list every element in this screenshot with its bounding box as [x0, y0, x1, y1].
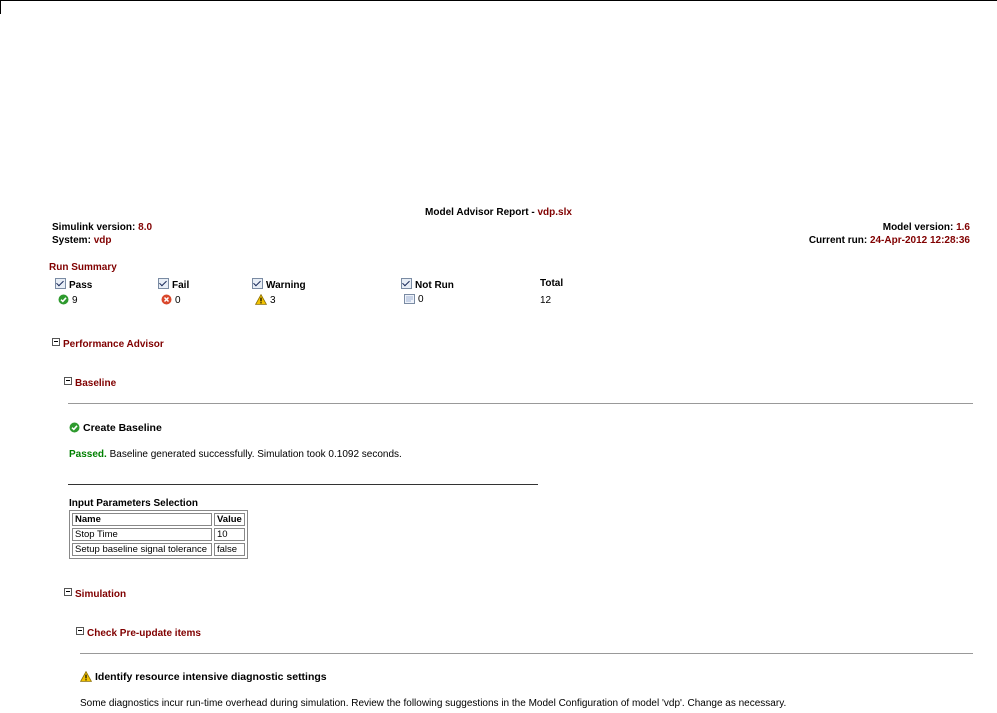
top-border — [0, 0, 997, 1]
warning-checkbox[interactable] — [252, 278, 263, 289]
baseline-result-message: Baseline generated successfully. Simulat… — [106, 449, 402, 460]
identify-title-label: Identify resource intensive diagnostic s… — [95, 671, 327, 683]
params-table: Name Value Stop Time 10 Setup baseline s… — [69, 510, 248, 559]
params-divider — [68, 484, 538, 485]
pass-icon — [58, 294, 69, 305]
model-version-value: 1.6 — [956, 222, 970, 233]
pass-label: Pass — [69, 280, 93, 291]
baseline-result: Passed. Baseline generated successfully.… — [69, 449, 402, 460]
table-header-row: Name Value — [72, 513, 245, 526]
model-version-label: Model version: — [882, 222, 957, 233]
fail-count-value: 0 — [175, 295, 181, 306]
not-run-label: Not Run — [415, 280, 454, 291]
table-cell: 10 — [214, 528, 245, 541]
baseline-label[interactable]: Baseline — [75, 378, 116, 389]
model-version: Model version: 1.6 — [883, 222, 970, 233]
performance-advisor-node[interactable]: Performance Advisor — [52, 338, 164, 350]
fail-label: Fail — [172, 280, 190, 291]
check-preupdate-label[interactable]: Check Pre-update items — [87, 628, 201, 639]
not-run-count-value: 0 — [418, 294, 424, 305]
collapse-icon[interactable] — [52, 338, 60, 346]
simulink-version-value: 8.0 — [138, 222, 153, 233]
input-params-table: Name Value Stop Time 10 Setup baseline s… — [69, 510, 248, 559]
create-baseline-label: Create Baseline — [83, 422, 162, 434]
warning-count-value: 3 — [270, 295, 276, 306]
pass-filter[interactable]: Pass — [55, 278, 92, 291]
passed-label: Passed. — [69, 449, 107, 460]
not-run-filter[interactable]: Not Run — [401, 278, 454, 291]
current-run: Current run: 24-Apr-2012 12:28:36 — [809, 235, 970, 246]
collapse-icon[interactable] — [64, 377, 72, 385]
fail-checkbox[interactable] — [158, 278, 169, 289]
report-model-name: vdp.slx — [537, 207, 572, 218]
table-cell: Setup baseline signal tolerance — [72, 543, 212, 556]
identify-title: Identify resource intensive diagnostic s… — [80, 671, 327, 683]
warning-label: Warning — [266, 280, 306, 291]
collapse-icon[interactable] — [64, 588, 72, 596]
column-header-value: Value — [214, 513, 245, 526]
simulink-version-label: Simulink version: — [52, 222, 139, 233]
table-row: Setup baseline signal tolerance false — [72, 543, 245, 556]
system-name: System: vdp — [52, 235, 111, 246]
warning-count: 3 — [255, 294, 276, 306]
pass-count-value: 9 — [72, 295, 78, 306]
report-title-label: Model Advisor Report - — [425, 207, 538, 218]
current-run-label: Current run: — [808, 235, 870, 246]
table-cell: Stop Time — [72, 528, 212, 541]
run-summary-heading: Run Summary — [49, 262, 117, 273]
warning-icon — [80, 671, 92, 682]
column-header-name: Name — [72, 513, 212, 526]
pass-icon — [69, 422, 80, 433]
system-value: vdp — [93, 235, 112, 246]
preupdate-divider — [80, 653, 973, 654]
collapse-icon[interactable] — [76, 627, 84, 635]
fail-icon — [161, 294, 172, 305]
pass-count: 9 — [58, 294, 78, 306]
warning-filter[interactable]: Warning — [252, 278, 306, 291]
simulink-version: Simulink version: 8.0 — [52, 222, 152, 233]
not-run-checkbox[interactable] — [401, 278, 412, 289]
pass-checkbox[interactable] — [55, 278, 66, 289]
baseline-divider — [68, 403, 973, 404]
simulation-node[interactable]: Simulation — [64, 588, 126, 600]
report-title: Model Advisor Report - vdp.slx — [0, 207, 997, 218]
fail-filter[interactable]: Fail — [158, 278, 189, 291]
baseline-node[interactable]: Baseline — [64, 377, 116, 389]
table-cell: false — [214, 543, 245, 556]
not-run-count: 0 — [404, 294, 424, 305]
simulation-label[interactable]: Simulation — [75, 589, 126, 600]
create-baseline-title: Create Baseline — [69, 422, 162, 434]
system-label: System: — [52, 235, 94, 246]
identify-message: Some diagnostics incur run-time overhead… — [80, 698, 787, 709]
current-run-value: 24-Apr-2012 12:28:36 — [869, 235, 970, 246]
performance-advisor-label[interactable]: Performance Advisor — [63, 339, 164, 350]
not-run-icon — [404, 294, 415, 304]
warning-icon — [255, 294, 267, 305]
table-row: Stop Time 10 — [72, 528, 245, 541]
total-label: Total — [540, 278, 564, 289]
left-border — [0, 0, 1, 14]
check-preupdate-node[interactable]: Check Pre-update items — [76, 627, 201, 639]
input-params-title: Input Parameters Selection — [69, 498, 198, 509]
total-count: 12 — [540, 295, 552, 306]
fail-count: 0 — [161, 294, 181, 306]
